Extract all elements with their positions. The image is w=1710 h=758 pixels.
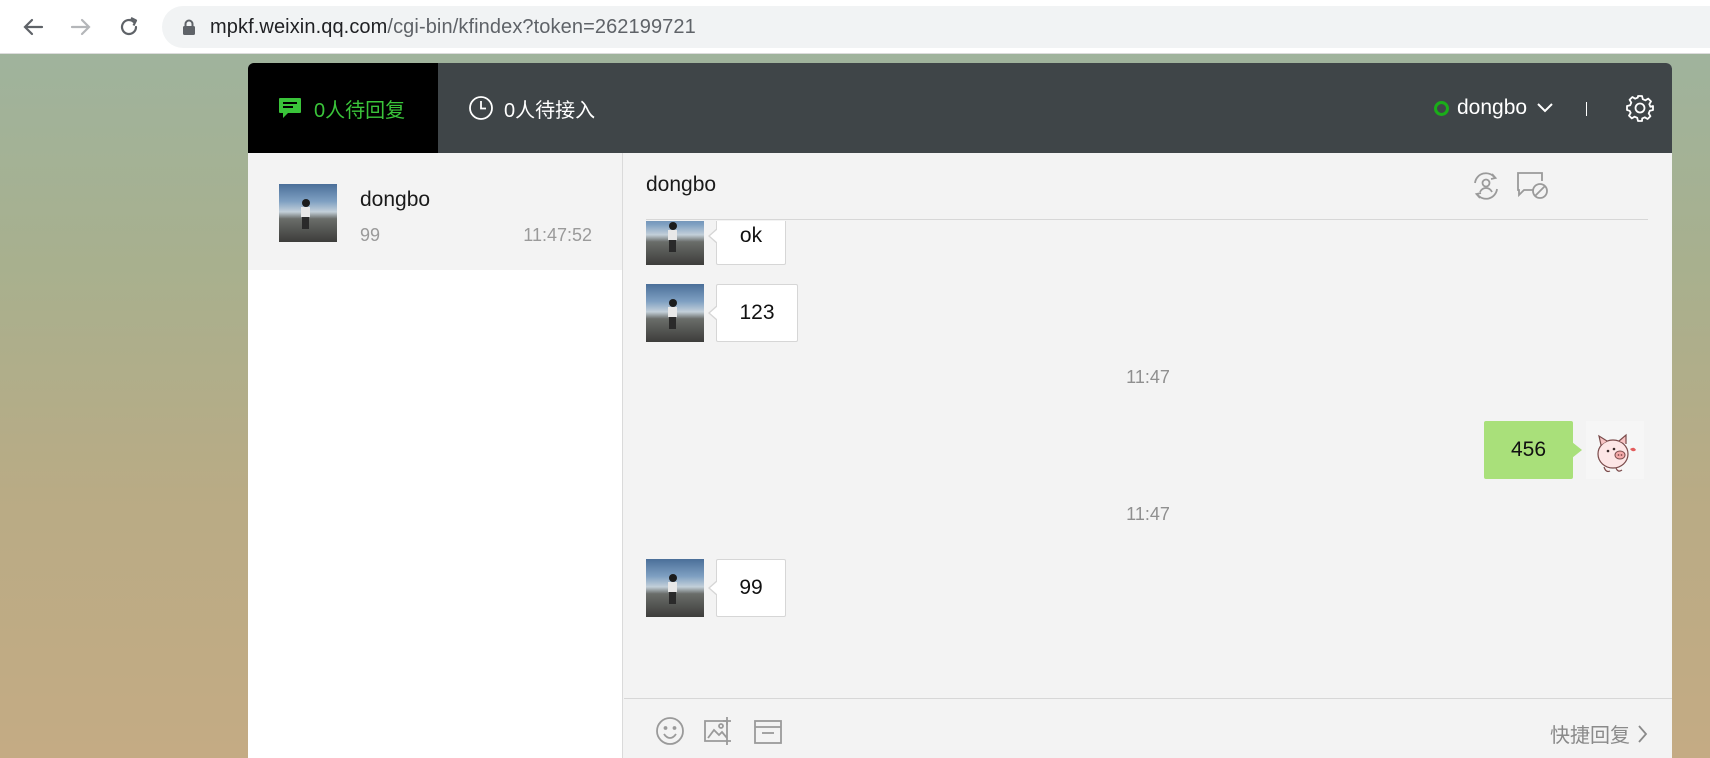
user-name: dongbo xyxy=(1457,96,1528,119)
url-path: /cgi-bin/kfindex?token=262199721 xyxy=(387,15,696,38)
quick-reply-button[interactable]: 快捷回复 xyxy=(1550,719,1648,748)
chevron-down-icon xyxy=(1537,103,1553,113)
session-item[interactable]: dongbo 99 11:47:52 xyxy=(248,153,622,270)
emoji-icon[interactable] xyxy=(654,715,686,747)
quick-reply-label: 快捷回复 xyxy=(1550,725,1630,747)
back-icon xyxy=(23,18,44,36)
divider xyxy=(1586,102,1587,116)
message-timestamp: 11:47 xyxy=(1126,367,1170,387)
avatar xyxy=(646,221,704,265)
reload-button[interactable] xyxy=(114,12,144,42)
url-text: mpkf.weixin.qq.com/cgi-bin/kfindex?token… xyxy=(210,16,696,39)
tab-pending-reply[interactable]: 0人待回复 xyxy=(248,63,438,153)
address-bar[interactable]: mpkf.weixin.qq.com/cgi-bin/kfindex?token… xyxy=(162,6,1710,48)
top-bar: 0人待回复 0人待接入 dongbo xyxy=(248,63,1672,153)
close-session-icon[interactable] xyxy=(1516,170,1550,202)
pig-sticker-icon xyxy=(1597,433,1636,473)
customer-service-app: 0人待回复 0人待接入 dongbo dongbo 99 11:47:52 do… xyxy=(248,63,1672,758)
composer-toolbar: 快捷回复 xyxy=(624,698,1672,758)
chevron-right-icon xyxy=(1638,724,1648,743)
online-status-icon xyxy=(1434,100,1449,116)
forward-icon xyxy=(70,18,91,36)
reload-icon xyxy=(120,17,138,36)
session-name: dongbo xyxy=(360,188,431,211)
image-icon[interactable] xyxy=(702,715,736,747)
tab-pending-reply-label: 0人待回复 xyxy=(314,99,406,122)
user-status-dropdown[interactable]: dongbo xyxy=(1434,63,1553,153)
message-list: ok 123 11:47 456 11:47 99 xyxy=(624,221,1672,699)
lock-icon xyxy=(183,19,195,35)
url-host: mpkf.weixin.qq.com xyxy=(210,15,388,38)
chat-title: dongbo xyxy=(646,173,717,196)
chat-panel: dongbo ok 123 11:47 456 11:47 99 快捷回复 xyxy=(624,153,1672,758)
file-icon[interactable] xyxy=(752,715,784,747)
chat-header: dongbo xyxy=(646,153,1648,220)
tab-pending-access[interactable]: 0人待接入 xyxy=(438,63,595,153)
message-timestamp: 11:47 xyxy=(1126,504,1170,524)
clock-icon xyxy=(469,96,493,120)
gear-icon[interactable] xyxy=(1626,94,1654,122)
avatar xyxy=(646,284,704,342)
avatar xyxy=(646,559,704,617)
back-button[interactable] xyxy=(18,12,48,42)
session-list: dongbo 99 11:47:52 xyxy=(248,153,623,758)
session-time: 11:47:52 xyxy=(523,225,592,245)
message-bubble: 123 xyxy=(708,284,798,342)
browser-toolbar: mpkf.weixin.qq.com/cgi-bin/kfindex?token… xyxy=(0,0,1710,54)
avatar xyxy=(279,184,337,242)
message-bubble: 99 xyxy=(708,559,786,617)
message-bubble: ok xyxy=(708,221,786,265)
message-outgoing: 456 xyxy=(624,421,1672,479)
tab-pending-access-label: 0人待接入 xyxy=(504,99,596,122)
agent-avatar xyxy=(1586,421,1644,479)
session-preview: 99 xyxy=(360,225,381,245)
chat-bubble-icon xyxy=(279,98,301,118)
message-bubble: 456 xyxy=(1484,421,1582,479)
transfer-session-icon[interactable] xyxy=(1470,170,1502,202)
forward-button[interactable] xyxy=(66,12,96,42)
